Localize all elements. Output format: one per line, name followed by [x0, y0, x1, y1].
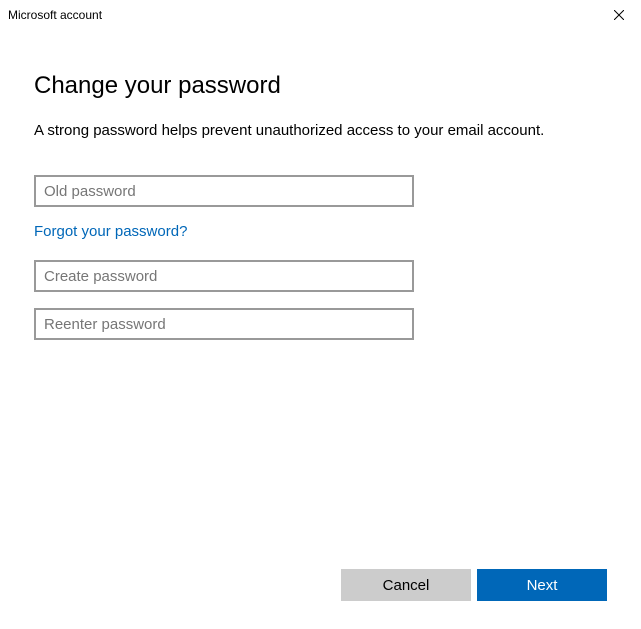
close-icon — [614, 10, 624, 20]
forgot-password-link[interactable]: Forgot your password? — [34, 223, 187, 240]
page-heading: Change your password — [34, 72, 607, 100]
next-button[interactable]: Next — [477, 569, 607, 601]
content-area: Change your password A strong password h… — [0, 30, 641, 340]
create-password-input[interactable] — [34, 260, 414, 292]
page-description: A strong password helps prevent unauthor… — [34, 122, 607, 139]
titlebar: Microsoft account — [0, 0, 641, 30]
close-button[interactable] — [596, 0, 641, 30]
cancel-button[interactable]: Cancel — [341, 569, 471, 601]
footer-buttons: Cancel Next — [341, 569, 607, 601]
window-title: Microsoft account — [8, 8, 102, 22]
reenter-password-input[interactable] — [34, 308, 414, 340]
old-password-input[interactable] — [34, 175, 414, 207]
